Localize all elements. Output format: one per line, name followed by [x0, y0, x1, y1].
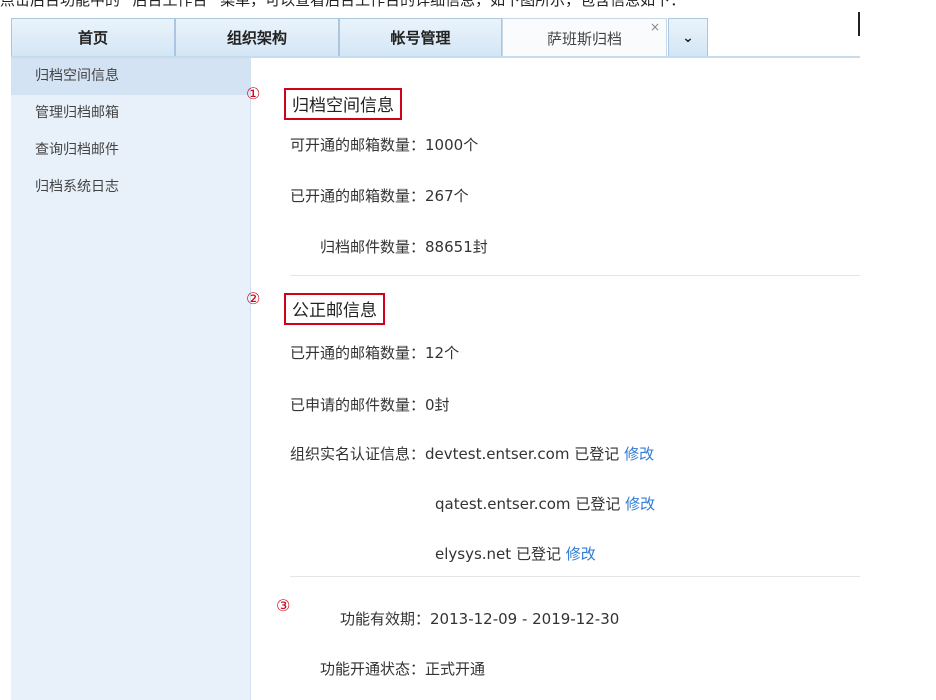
sidebar-item-label: 归档空间信息 [35, 68, 119, 84]
domain-status: 已登记 [515, 545, 561, 563]
tab-home[interactable]: 首页 [11, 18, 175, 56]
field-label: 归档邮件数量： [320, 238, 426, 256]
function-status-row: 功能开通状态：正式开通 [320, 659, 485, 679]
org-verification-row: qatest.entser.com 已登记 修改 [435, 494, 655, 514]
sidebar-item-label: 归档系统日志 [35, 179, 119, 195]
notary-section-title: 公正邮信息 [284, 293, 385, 325]
sidebar-item-label: 查询归档邮件 [35, 142, 119, 158]
field-label: 已开通的邮箱数量： [290, 187, 426, 205]
archive-openable-mailboxes: 可开通的邮箱数量：1000个 [290, 135, 478, 155]
field-label: 功能开通状态： [320, 660, 426, 678]
domain-status: 已登记 [574, 445, 620, 463]
domain-name: qatest.entser.com [435, 495, 571, 513]
archive-opened-mailboxes: 已开通的邮箱数量：267个 [290, 186, 469, 206]
text-cursor [858, 12, 860, 36]
notary-applied-mails: 已申请的邮件数量：0封 [290, 395, 450, 415]
edit-domain-link[interactable]: 修改 [566, 545, 596, 563]
archive-space-section-title: 归档空间信息 [284, 88, 402, 120]
domain-name: elysys.net [435, 545, 512, 563]
domain-status: 已登记 [575, 495, 621, 513]
field-label: 已开通的邮箱数量： [290, 344, 426, 362]
field-label: 组织实名认证信息： [290, 445, 426, 463]
edit-domain-link[interactable]: 修改 [625, 495, 655, 513]
domain-name: devtest.entser.com [425, 445, 570, 463]
tab-account-management[interactable]: 帐号管理 [339, 18, 502, 56]
field-value: 2013-12-09 - 2019-12-30 [430, 610, 620, 628]
notary-opened-mailboxes: 已开通的邮箱数量：12个 [290, 343, 459, 363]
org-verification-row: 组织实名认证信息：devtest.entser.com 已登记 修改 [290, 444, 654, 464]
chevron-down-icon: ⌄ [682, 29, 694, 46]
sidebar-item-archive-space-info[interactable]: 归档空间信息 [11, 58, 250, 95]
section-divider [290, 576, 860, 577]
field-label: 可开通的邮箱数量： [290, 136, 426, 154]
tab-sox-archive[interactable]: 萨班斯归档 × [502, 18, 667, 58]
tab-label: 帐号管理 [390, 29, 451, 47]
sidebar: 归档空间信息 管理归档邮箱 查询归档邮件 归档系统日志 [11, 58, 251, 700]
sidebar-item-manage-archive-mailbox[interactable]: 管理归档邮箱 [11, 95, 250, 132]
annotation-mark-3: ③ [276, 596, 291, 615]
field-value: 0封 [425, 396, 450, 414]
section-divider [290, 275, 860, 276]
top-instruction-text: 点击后台功能中的 “后台工作台” 菜单，可以查看后台工作台的详细信息，如下图所示… [0, 0, 686, 9]
tab-label: 萨班斯归档 [546, 30, 622, 48]
field-value: 12个 [425, 344, 460, 362]
annotation-mark-2: ② [246, 289, 261, 308]
sidebar-item-label: 管理归档邮箱 [35, 105, 119, 121]
field-label: 已申请的邮件数量： [290, 396, 426, 414]
field-value: 1000个 [425, 136, 479, 154]
org-verification-row: elysys.net 已登记 修改 [435, 544, 596, 564]
sidebar-item-archive-system-log[interactable]: 归档系统日志 [11, 169, 250, 206]
tab-more-button[interactable]: ⌄ [668, 18, 708, 56]
field-value: 267个 [425, 187, 469, 205]
function-validity-row: 功能有效期：2013-12-09 - 2019-12-30 [340, 609, 619, 629]
field-value: 88651封 [425, 238, 488, 256]
close-icon[interactable]: × [650, 20, 660, 34]
field-value: 正式开通 [425, 660, 486, 678]
edit-domain-link[interactable]: 修改 [624, 445, 654, 463]
field-label: 功能有效期： [340, 610, 431, 628]
sidebar-item-query-archive-mail[interactable]: 查询归档邮件 [11, 132, 250, 169]
annotation-mark-1: ① [246, 84, 261, 103]
tab-label: 首页 [77, 29, 108, 47]
tab-label: 组织架构 [226, 29, 287, 47]
archive-mail-count: 归档邮件数量：88651封 [320, 237, 488, 257]
tab-organization[interactable]: 组织架构 [175, 18, 339, 56]
